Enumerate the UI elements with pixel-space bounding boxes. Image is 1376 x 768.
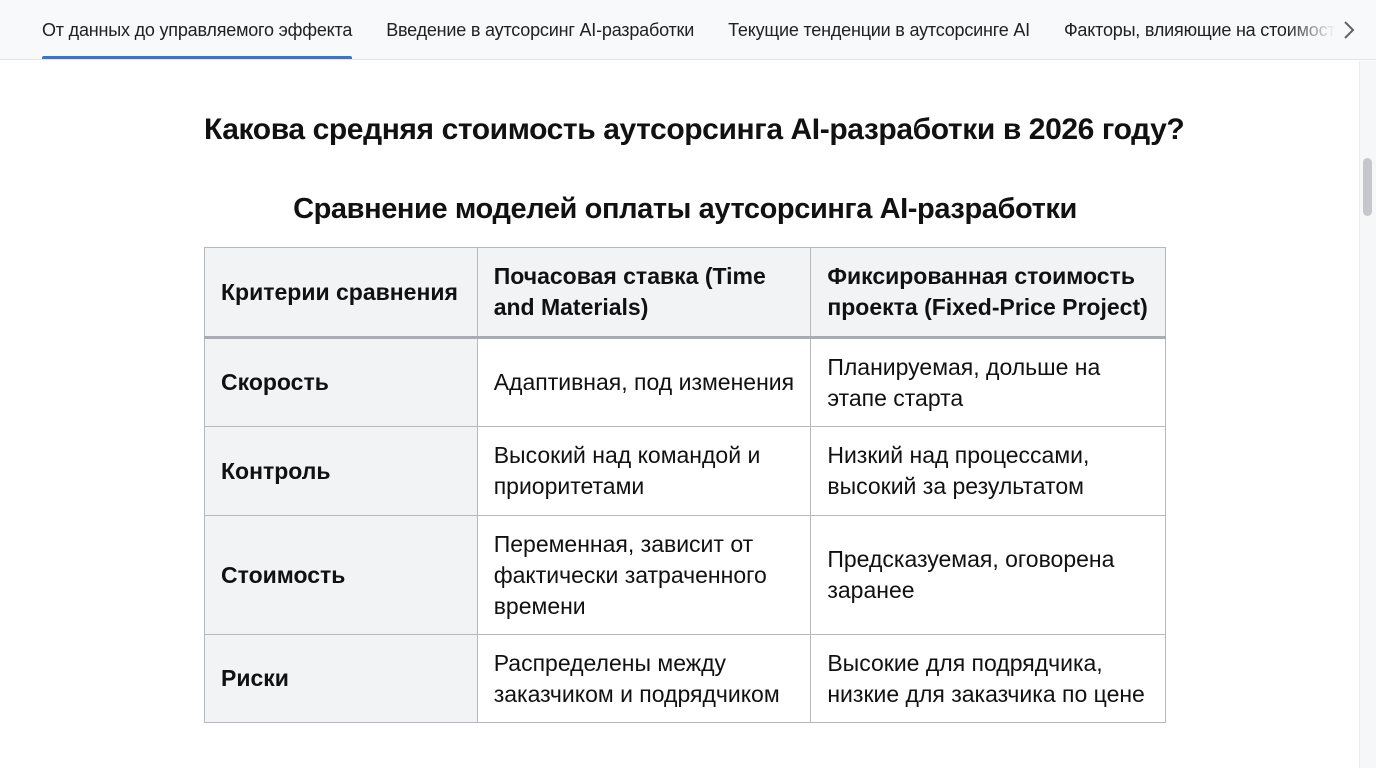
table-row: Скорость Адаптивная, под изменения Плани…: [204, 337, 1166, 427]
table-row: Стоимость Переменная, зависит от фактиче…: [204, 515, 1166, 635]
cell-time-materials: Распределены между заказчиком и подрядчи…: [476, 634, 812, 723]
cell-fixed-price: Предсказуемая, оговорена заранее: [810, 515, 1166, 635]
cell-time-materials: Переменная, зависит от фактически затрач…: [476, 515, 812, 635]
header-criteria: Критерии сравнения: [204, 247, 478, 338]
tab-overflow-fade: [1286, 0, 1376, 59]
table-row: Риски Распределены между заказчиком и по…: [204, 634, 1166, 723]
tab-intro-outsourcing[interactable]: Введение в аутсорсинг AI-разработки: [369, 0, 711, 59]
tab-current-trends[interactable]: Текущие тенденции в аутсорсинге AI: [711, 0, 1047, 59]
tab-list: От данных до управляемого эффекта Введен…: [0, 0, 1362, 59]
row-criterion: Контроль: [204, 426, 478, 516]
row-criterion: Скорость: [204, 337, 478, 427]
page-scrollbar[interactable]: [1359, 61, 1376, 768]
tab-scroll-next-button[interactable]: [1336, 17, 1362, 43]
comparison-table: Критерии сравнения Почасовая ставка (Tim…: [204, 247, 1166, 723]
tab-from-data-to-effect[interactable]: От данных до управляемого эффекта: [0, 0, 369, 59]
tab-bar: От данных до управляемого эффекта Введен…: [0, 0, 1376, 60]
row-criterion: Стоимость: [204, 515, 478, 635]
section-heading: Какова средняя стоимость аутсорсинга AI-…: [204, 113, 1185, 146]
chevron-right-icon: [1344, 21, 1355, 39]
cell-time-materials: Адаптивная, под изменения: [476, 337, 812, 427]
header-fixed-price: Фиксированная стоимость проекта (Fixed-P…: [810, 247, 1166, 338]
table-header-row: Критерии сравнения Почасовая ставка (Tim…: [204, 247, 1166, 338]
table-row: Контроль Высокий над командой и приорите…: [204, 426, 1166, 516]
cell-fixed-price: Высокие для подрядчика, низкие для заказ…: [810, 634, 1166, 723]
cell-fixed-price: Планируемая, дольше на этапе старта: [810, 337, 1166, 427]
row-criterion: Риски: [204, 634, 478, 723]
cell-fixed-price: Низкий над процессами, высокий за резуль…: [810, 426, 1166, 516]
header-time-materials: Почасовая ставка (Time and Materials): [476, 247, 812, 338]
scrollbar-thumb[interactable]: [1363, 158, 1372, 216]
table-title: Сравнение моделей оплаты аутсорсинга AI-…: [293, 193, 1077, 225]
cell-time-materials: Высокий над командой и приоритетами: [476, 426, 812, 516]
